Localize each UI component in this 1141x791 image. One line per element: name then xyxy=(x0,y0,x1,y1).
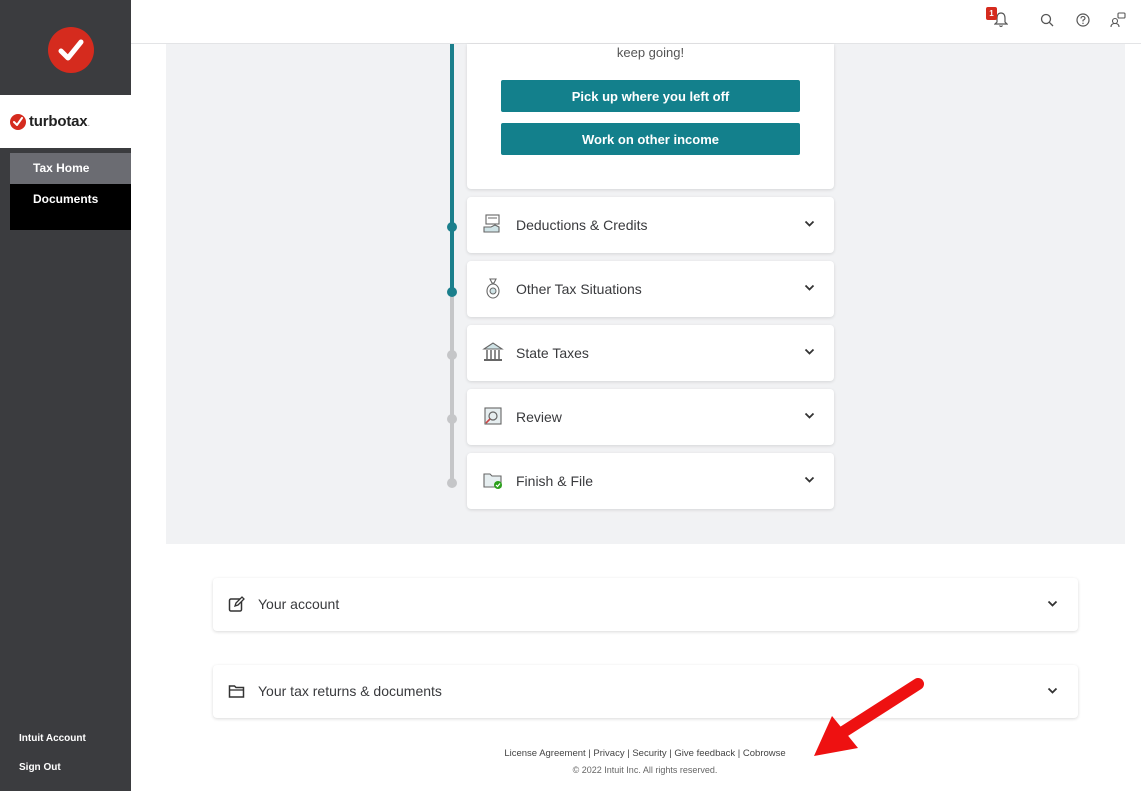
red-arrow-annotation xyxy=(814,678,924,756)
section-label: Finish & File xyxy=(516,473,594,489)
chevron-down-icon xyxy=(1047,687,1058,694)
app-root: turbotax. Tax Home Documents Intuit Acco… xyxy=(0,0,1141,791)
section-state-taxes[interactable]: State Taxes xyxy=(467,325,834,381)
sidebar-item-documents[interactable]: Documents xyxy=(10,184,131,215)
help-icon xyxy=(1076,13,1090,27)
section-deductions-credits[interactable]: Deductions & Credits xyxy=(467,197,834,253)
income-card: keep going! Pick up where you left off W… xyxy=(467,44,834,189)
section-label: State Taxes xyxy=(516,345,589,361)
give-feedback-link[interactable]: Give feedback xyxy=(674,748,735,759)
your-account-panel[interactable]: Your account xyxy=(213,578,1078,631)
sidebar: turbotax. Tax Home Documents Intuit Acco… xyxy=(0,0,131,791)
footer-links: License Agreement | Privacy | Security |… xyxy=(504,748,786,759)
timeline-dot xyxy=(447,222,457,232)
search-button[interactable] xyxy=(1037,10,1057,30)
sign-out-link[interactable]: Sign Out xyxy=(19,762,61,773)
timeline-dot xyxy=(447,414,457,424)
help-button[interactable] xyxy=(1073,10,1093,30)
timeline-dot xyxy=(447,478,457,488)
brand-name: turbotax. xyxy=(29,113,90,130)
checkmark-logo-icon xyxy=(47,27,94,73)
receipt-hand-icon xyxy=(483,214,500,233)
chevron-down-icon xyxy=(804,476,815,483)
notifications-button[interactable]: 1 xyxy=(986,7,1011,30)
search-icon xyxy=(1040,13,1054,27)
section-label: Deductions & Credits xyxy=(516,217,648,233)
edit-icon xyxy=(228,596,245,612)
panel-label: Your account xyxy=(258,596,340,612)
folder-icon xyxy=(228,685,245,698)
pick-up-button[interactable]: Pick up where you left off xyxy=(501,80,800,112)
folder-check-icon xyxy=(483,473,502,489)
section-other-tax-situations[interactable]: Other Tax Situations xyxy=(467,261,834,317)
license-agreement-link[interactable]: License Agreement xyxy=(504,748,585,759)
timeline-remaining xyxy=(450,292,454,482)
chevron-down-icon xyxy=(804,412,815,419)
intuit-account-link[interactable]: Intuit Account xyxy=(19,733,86,744)
panel-label: Your tax returns & documents xyxy=(258,683,442,699)
section-review[interactable]: Review xyxy=(467,389,834,445)
tax-returns-documents-panel[interactable]: Your tax returns & documents xyxy=(213,665,1078,718)
brand-bar: turbotax. xyxy=(0,95,131,148)
chevron-down-icon xyxy=(804,348,815,355)
notification-badge: 1 xyxy=(986,7,997,20)
state-building-icon xyxy=(482,342,504,361)
top-bar: 1 xyxy=(131,0,1141,44)
section-finish-file[interactable]: Finish & File xyxy=(467,453,834,509)
section-label: Other Tax Situations xyxy=(516,281,642,297)
chevron-down-icon xyxy=(1047,600,1058,607)
security-link[interactable]: Security xyxy=(632,748,666,759)
turbotax-logo[interactable] xyxy=(10,5,131,95)
connect-expert-button[interactable] xyxy=(1108,10,1128,30)
chevron-down-icon xyxy=(804,284,815,291)
sidebar-item-tax-home[interactable]: Tax Home xyxy=(10,153,131,184)
sidebar-nav: Tax Home Documents xyxy=(10,153,131,230)
privacy-link[interactable]: Privacy xyxy=(593,748,624,759)
timeline-progress xyxy=(450,44,454,292)
work-on-other-income-button[interactable]: Work on other income xyxy=(501,123,800,155)
timeline-dot xyxy=(447,350,457,360)
money-bag-icon xyxy=(486,278,500,299)
chevron-down-icon xyxy=(804,220,815,227)
brand-check-icon xyxy=(10,113,26,130)
section-label: Review xyxy=(516,409,562,425)
cobrowse-link[interactable]: Cobrowse xyxy=(743,748,786,759)
magnifier-document-icon xyxy=(484,407,502,425)
timeline-dot xyxy=(447,287,457,297)
keep-going-message: keep going! xyxy=(616,45,685,60)
connect-icon xyxy=(1110,12,1126,28)
copyright-text: © 2022 Intuit Inc. All rights reserved. xyxy=(572,765,718,775)
